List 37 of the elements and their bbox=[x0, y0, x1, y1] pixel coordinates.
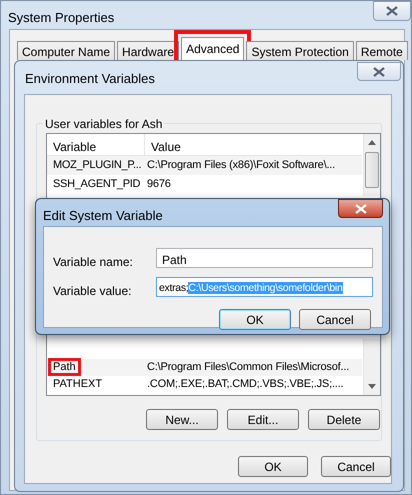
list-cell: Path bbox=[51, 361, 78, 374]
close-icon bbox=[354, 204, 366, 214]
dialog-button[interactable]: Edit... bbox=[227, 409, 299, 430]
list-cell-text: .COM;.EXE;.BAT;.CMD;.VBS;.VBE;.JS;.... bbox=[146, 377, 344, 392]
value-field[interactable]: extras;C:\Users\something\somefolder\bin bbox=[156, 277, 373, 297]
dialog-button[interactable]: OK bbox=[238, 456, 308, 477]
close-button[interactable] bbox=[357, 62, 401, 81]
dialog-button[interactable]: Cancel bbox=[299, 309, 371, 330]
scroll-down-icon bbox=[368, 384, 376, 389]
tab[interactable]: Hardware bbox=[117, 41, 180, 60]
close-button[interactable] bbox=[338, 199, 383, 218]
name-field[interactable]: Path bbox=[156, 248, 373, 268]
close-button[interactable] bbox=[373, 1, 411, 21]
field-label: Variable value: bbox=[53, 283, 132, 300]
close-icon bbox=[386, 6, 398, 16]
column-header[interactable]: Value bbox=[145, 134, 362, 155]
list-cell-text: PATHEXT bbox=[52, 378, 104, 390]
close-icon bbox=[373, 66, 385, 76]
list-cell-text: MOZ_PLUGIN_P... bbox=[52, 158, 142, 174]
list-cell-text: C:\Program Files\Common Files\Microsof... bbox=[146, 360, 350, 376]
dialog-title: Edit System Variable bbox=[43, 207, 163, 225]
dialog-button[interactable]: OK bbox=[219, 309, 291, 330]
tab[interactable]: Computer Name bbox=[17, 41, 116, 60]
scroll-thumb bbox=[365, 152, 379, 188]
list-cell-text: SSH_AGENT_PID bbox=[52, 177, 142, 192]
window-title: System Properties bbox=[8, 9, 114, 27]
tab[interactable]: System Protection bbox=[246, 41, 354, 60]
list-cell-text: 9676 bbox=[146, 177, 172, 192]
dialog-button[interactable]: Cancel bbox=[321, 456, 391, 477]
column-header[interactable]: Variable bbox=[47, 134, 145, 155]
dialog-button[interactable]: Delete bbox=[308, 409, 380, 430]
field-label: Variable name: bbox=[53, 254, 133, 271]
dialog-title: Environment Variables bbox=[25, 70, 155, 88]
scroll-up-icon bbox=[368, 140, 376, 145]
list-cell-text: C:\Program Files (x86)\Foxit Software\... bbox=[146, 158, 336, 174]
dialog-button[interactable]: New... bbox=[146, 409, 218, 430]
tab[interactable]: Remote bbox=[356, 41, 408, 60]
